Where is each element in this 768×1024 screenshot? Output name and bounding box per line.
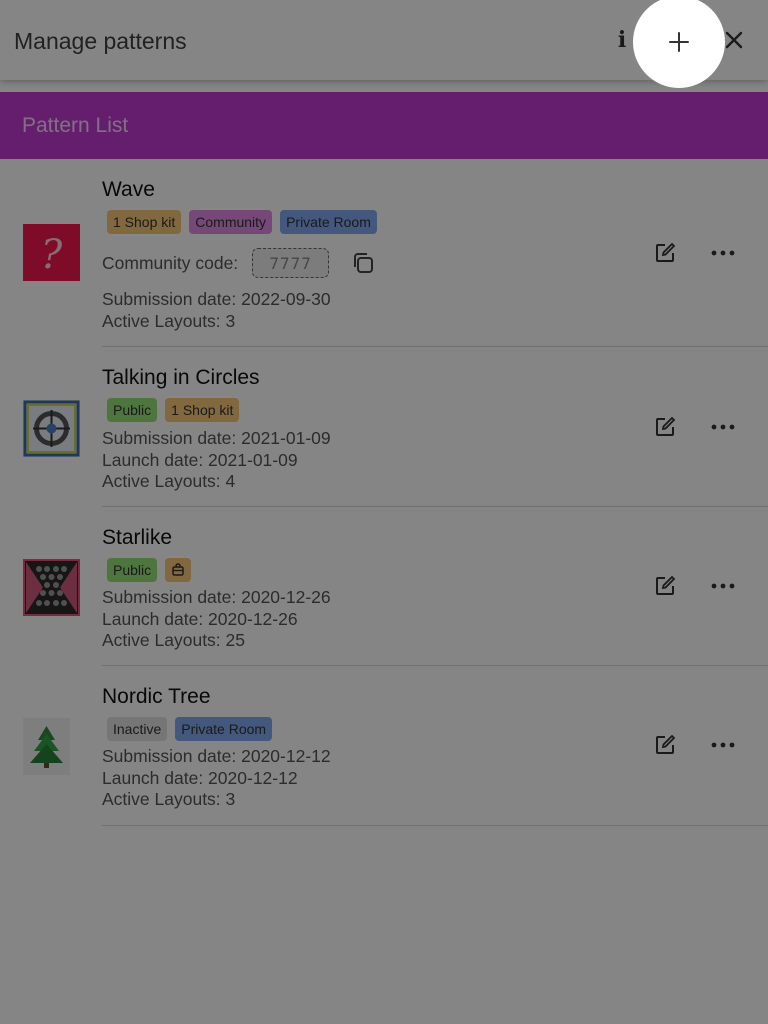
row-actions: [650, 238, 738, 268]
tag-public: Public: [107, 398, 158, 422]
pattern-name: Talking in Circles: [102, 366, 260, 389]
row-divider: [102, 665, 768, 666]
row-actions: [650, 571, 738, 601]
tag-shop-bag: [165, 558, 192, 582]
question-mark-thumbnail: ?: [23, 224, 80, 281]
community-code-value: 7777: [252, 248, 330, 278]
more-options-button[interactable]: [708, 571, 738, 601]
tag-list: 1 Shop kit Community Private Room: [107, 210, 377, 234]
copy-code-button[interactable]: [349, 249, 377, 277]
submission-date: Submission date: 2020-12-12: [102, 746, 331, 766]
app-window: Manage patterns i Pattern List ? Wave 1 …: [0, 0, 768, 1024]
tag-shop-kit: 1 Shop kit: [107, 210, 182, 234]
community-code-line: Community code: 7777: [102, 248, 377, 278]
tag-public: Public: [107, 558, 158, 582]
close-icon: [725, 31, 743, 49]
more-icon: [711, 583, 735, 589]
circles-thumbnail: [23, 400, 80, 457]
active-layouts: Active Layouts: 3: [102, 310, 236, 331]
submission-date: Submission date: 2022-09-30: [102, 289, 331, 309]
tag-list: Inactive Private Room: [107, 717, 273, 741]
more-icon: [711, 424, 735, 430]
tag-list: Public: [107, 558, 192, 582]
pattern-meta: Submission date: 2020-12-26 Launch date:…: [102, 587, 331, 652]
active-layouts: Active Layouts: 3: [102, 789, 236, 809]
tag-shop-kit: 1 Shop kit: [165, 398, 240, 422]
edit-button[interactable]: [650, 238, 680, 268]
row-divider: [102, 346, 768, 347]
copy-icon: [354, 253, 374, 273]
edit-icon: [656, 242, 676, 262]
edit-icon: [656, 734, 676, 754]
add-button-spotlight[interactable]: [633, 0, 725, 88]
launch-date: Launch date: 2020-12-26: [102, 608, 298, 629]
pattern-name: Wave: [102, 178, 155, 201]
active-layouts: Active Layouts: 4: [102, 471, 236, 491]
active-layouts: Active Layouts: 25: [102, 630, 245, 650]
pattern-meta: Submission date: 2022-09-30 Active Layou…: [102, 289, 331, 332]
more-icon: [711, 742, 735, 748]
shopping-bag-icon: [172, 563, 184, 576]
submission-date: Submission date: 2021-01-09: [102, 428, 331, 448]
tag-private-room: Private Room: [280, 210, 377, 234]
edit-button[interactable]: [650, 412, 680, 442]
tag-list: Public 1 Shop kit: [107, 398, 240, 422]
row-actions: [650, 412, 738, 442]
section-title: Pattern List: [22, 114, 129, 137]
edit-button[interactable]: [650, 571, 680, 601]
tag-private-room: Private Room: [175, 717, 273, 741]
svg-text:?: ?: [41, 232, 63, 278]
pattern-meta: Submission date: 2021-01-09 Launch date:…: [102, 428, 331, 493]
row-divider: [102, 506, 768, 507]
more-options-button[interactable]: [708, 412, 738, 442]
launch-date: Launch date: 2021-01-09: [102, 449, 298, 470]
launch-date: Launch date: 2020-12-12: [102, 767, 298, 788]
community-code-label: Community code:: [102, 252, 239, 273]
more-options-button[interactable]: [708, 730, 738, 760]
edit-icon: [656, 416, 676, 436]
row-divider: [102, 825, 768, 826]
row-actions: [650, 730, 738, 760]
pattern-name: Starlike: [102, 526, 173, 549]
pattern-meta: Submission date: 2020-12-12 Launch date:…: [102, 746, 331, 811]
edit-button[interactable]: [650, 730, 680, 760]
more-icon: [711, 250, 735, 256]
section-header: Pattern List: [0, 92, 768, 159]
tag-inactive: Inactive: [107, 717, 168, 741]
tree-thumbnail: [23, 718, 70, 775]
more-options-button[interactable]: [708, 238, 738, 268]
tag-community: Community: [189, 210, 273, 234]
edit-icon: [656, 575, 676, 595]
pattern-name: Nordic Tree: [102, 685, 211, 708]
submission-date: Submission date: 2020-12-26: [102, 587, 331, 607]
page-title: Manage patterns: [14, 28, 187, 54]
plus-icon: [669, 32, 689, 52]
starlike-thumbnail: [23, 559, 80, 616]
info-icon: i: [617, 27, 627, 53]
